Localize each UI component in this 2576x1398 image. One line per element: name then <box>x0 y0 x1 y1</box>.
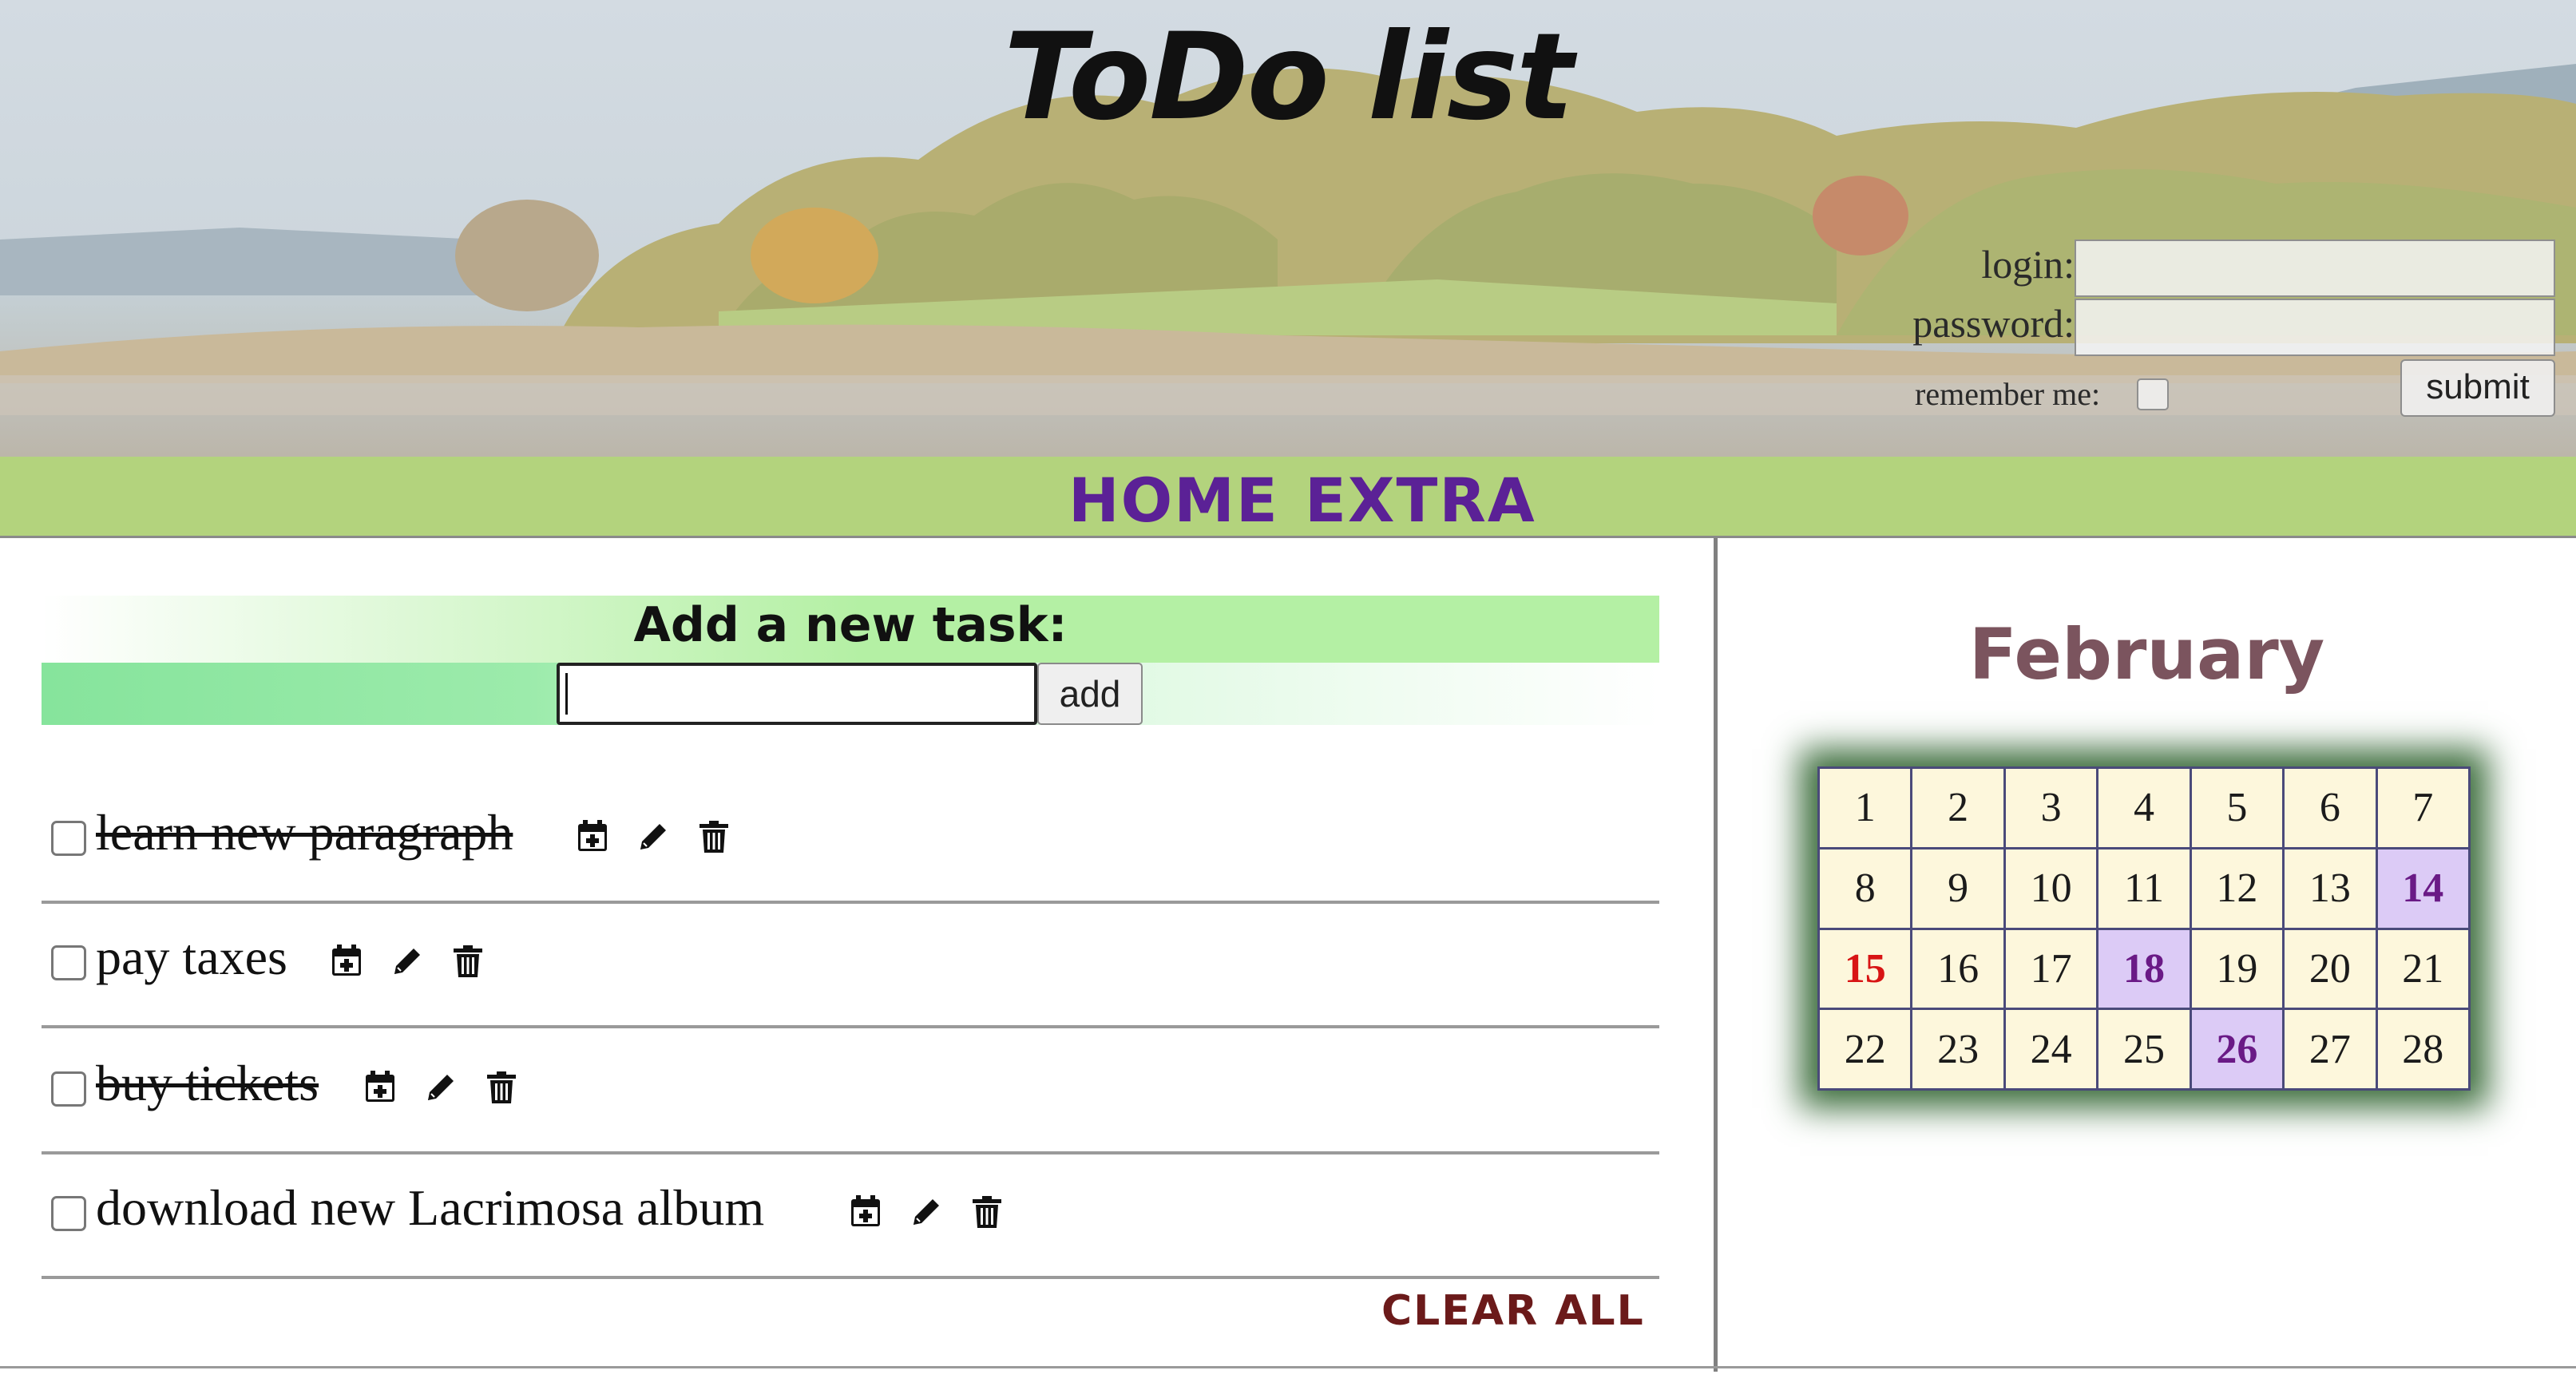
task-text: learn new paragraph <box>96 804 513 861</box>
calendar-plus-icon[interactable] <box>846 1193 885 1231</box>
calendar-day[interactable]: 8 <box>1820 849 1911 928</box>
trash-icon[interactable] <box>968 1193 1006 1231</box>
calendar-day[interactable]: 25 <box>2098 1010 2190 1088</box>
calendar-day[interactable]: 15 <box>1820 929 1911 1008</box>
calendar-day[interactable]: 23 <box>1912 1010 2003 1088</box>
task-checkbox[interactable] <box>51 821 86 856</box>
password-label: password: <box>1912 301 2075 346</box>
calendar-day[interactable]: 27 <box>2285 1010 2376 1088</box>
nav-bar: HOME EXTRA <box>0 457 2576 538</box>
nav-home[interactable]: HOME <box>1068 465 1279 536</box>
calendar-day[interactable]: 2 <box>1912 769 2003 847</box>
calendar-day[interactable]: 20 <box>2285 929 2376 1008</box>
calendar-day[interactable]: 12 <box>2191 849 2283 928</box>
submit-button[interactable]: submit <box>2400 359 2555 417</box>
calendar-day[interactable]: 24 <box>2005 1010 2097 1088</box>
calendar-day[interactable]: 26 <box>2191 1010 2283 1088</box>
calendar-day[interactable]: 5 <box>2191 769 2283 847</box>
add-task-button[interactable]: add <box>1037 663 1143 725</box>
password-field[interactable] <box>2075 299 2555 356</box>
task-checkbox[interactable] <box>51 1071 86 1107</box>
calendar-day[interactable]: 17 <box>2005 929 2097 1008</box>
header-banner: ToDo list login: password: remember me: … <box>0 0 2576 457</box>
calendar-plus-icon[interactable] <box>573 818 612 856</box>
pencil-icon[interactable] <box>422 1068 460 1107</box>
pencil-icon[interactable] <box>634 818 672 856</box>
new-task-input[interactable] <box>557 663 1037 725</box>
add-task-title: Add a new task: <box>633 597 1068 653</box>
calendar-day[interactable]: 16 <box>1912 929 2003 1008</box>
task-row: learn new paragraph <box>42 779 1659 904</box>
task-text: download new Lacrimosa album <box>96 1179 765 1236</box>
calendar-day[interactable]: 14 <box>2377 849 2468 928</box>
task-row: pay taxes <box>42 904 1659 1028</box>
calendar-day[interactable]: 11 <box>2098 849 2190 928</box>
trash-icon[interactable] <box>449 942 487 980</box>
nav-extra[interactable]: EXTRA <box>1305 465 1536 536</box>
calendar-day[interactable]: 4 <box>2098 769 2190 847</box>
task-text: buy tickets <box>96 1055 319 1111</box>
task-separator <box>42 1276 1659 1279</box>
login-label: login: <box>1981 242 2075 287</box>
trash-icon[interactable] <box>695 818 733 856</box>
calendar-day[interactable]: 9 <box>1912 849 2003 928</box>
task-separator <box>42 1025 1659 1028</box>
task-row: download new Lacrimosa album <box>42 1154 1659 1279</box>
remember-me-label: remember me: <box>1915 376 2101 412</box>
pencil-icon[interactable] <box>388 942 426 980</box>
calendar-day[interactable]: 13 <box>2285 849 2376 928</box>
remember-me-checkbox[interactable] <box>2137 378 2169 410</box>
calendar-day[interactable]: 22 <box>1820 1010 1911 1088</box>
trash-icon[interactable] <box>482 1068 521 1107</box>
task-checkbox[interactable] <box>51 945 86 980</box>
task-checkbox[interactable] <box>51 1196 86 1231</box>
login-field[interactable] <box>2075 240 2555 297</box>
calendar: 1 2 3 4 5 6 7 8 9 10 11 12 13 14 15 16 17 18 19 20 21 22 23 24 2… <box>1817 766 2471 1091</box>
calendar-day[interactable]: 3 <box>2005 769 2097 847</box>
clear-all-button[interactable]: CLEAR ALL <box>1381 1287 1645 1335</box>
bottom-border <box>0 1366 2576 1368</box>
page-title: ToDo list <box>1004 8 1574 147</box>
calendar-grid: 1 2 3 4 5 6 7 8 9 10 11 12 13 14 15 16 17 18 19 20 21 22 23 24 2… <box>1817 766 2471 1091</box>
calendar-day[interactable]: 7 <box>2377 769 2468 847</box>
calendar-day[interactable]: 10 <box>2005 849 2097 928</box>
calendar-plus-icon[interactable] <box>327 942 366 980</box>
calendar-day[interactable]: 18 <box>2098 929 2190 1008</box>
calendar-day[interactable]: 28 <box>2377 1010 2468 1088</box>
task-row: buy tickets <box>42 1030 1659 1154</box>
calendar-month-title: February <box>1968 613 2325 695</box>
text-caret <box>565 673 568 715</box>
calendar-day[interactable]: 19 <box>2191 929 2283 1008</box>
pencil-icon[interactable] <box>907 1193 945 1231</box>
calendar-day[interactable]: 6 <box>2285 769 2376 847</box>
task-text: pay taxes <box>96 929 287 985</box>
calendar-plus-icon[interactable] <box>361 1068 399 1107</box>
calendar-day[interactable]: 21 <box>2377 929 2468 1008</box>
calendar-day[interactable]: 1 <box>1820 769 1911 847</box>
